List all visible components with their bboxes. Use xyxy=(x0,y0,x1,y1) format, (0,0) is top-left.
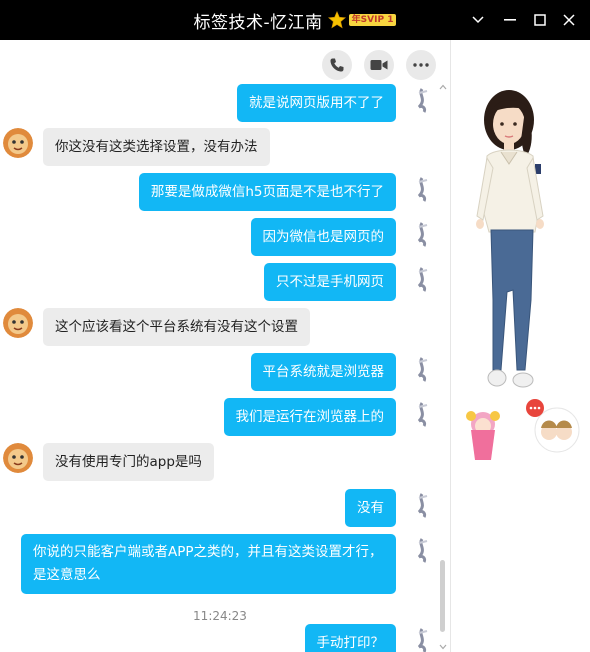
phone-icon[interactable] xyxy=(322,50,352,80)
chat-scrollbar[interactable] xyxy=(438,40,448,652)
my-avatar xyxy=(408,625,438,652)
scroll-up-icon[interactable] xyxy=(439,84,447,90)
contact-message-bubble: 你这没有这类选择设置，没有办法 xyxy=(43,128,270,166)
my-avatar xyxy=(408,399,438,429)
contact-avatar xyxy=(3,443,33,473)
show-panel xyxy=(451,40,590,652)
my-message-bubble: 平台系统就是浏览器 xyxy=(250,353,396,391)
my-message-bubble: 我们是运行在浏览器上的 xyxy=(223,398,396,436)
scroll-down-icon[interactable] xyxy=(439,644,447,650)
my-avatar xyxy=(408,535,438,565)
my-message-bubble: 只不过是手机网页 xyxy=(264,263,396,301)
my-message-bubble: 没有 xyxy=(345,489,396,527)
window-title: 标签技术-忆江南 xyxy=(193,12,323,33)
my-message-bubble: 手动打印？ xyxy=(304,624,396,652)
my-message-bubble: 那要是做成微信h5页面是不是也不行了 xyxy=(138,173,396,211)
my-avatar xyxy=(408,264,438,294)
chat-pane: 就是说网页版用不了了 你这没有这类选择设置，没有办法 那要是做成微信h5页面是不… xyxy=(0,40,450,652)
contact-message-bubble: 这个应该看这个平台系统有没有这个设置 xyxy=(43,308,310,346)
my-message-bubble: 因为微信也是网页的 xyxy=(250,218,396,256)
scroll-thumb[interactable] xyxy=(440,560,445,632)
avatar-character-illustration xyxy=(466,90,580,460)
contact-avatar xyxy=(3,308,33,338)
maximize-button[interactable] xyxy=(529,9,551,31)
vip-badge: 年SVIP 1 xyxy=(348,14,397,26)
minimize-button[interactable] xyxy=(499,9,521,31)
my-avatar xyxy=(408,354,438,384)
more-icon[interactable] xyxy=(406,50,436,80)
video-icon[interactable] xyxy=(364,50,394,80)
star-icon xyxy=(327,11,346,29)
my-avatar xyxy=(408,174,438,204)
my-avatar xyxy=(408,490,438,520)
my-avatar xyxy=(408,219,438,249)
my-avatar xyxy=(408,85,438,115)
my-message-bubble: 你说的只能客户端或者APP之类的，并且有这类设置才行，是这意思么 xyxy=(21,534,396,594)
message-timestamp: 11:24:23 xyxy=(193,609,247,623)
close-button[interactable] xyxy=(558,9,580,31)
chevron-down-icon[interactable] xyxy=(467,9,489,31)
contact-message-bubble: 没有使用专门的app是吗 xyxy=(43,443,214,481)
contact-avatar xyxy=(3,128,33,158)
my-message-bubble: 就是说网页版用不了了 xyxy=(237,84,396,122)
